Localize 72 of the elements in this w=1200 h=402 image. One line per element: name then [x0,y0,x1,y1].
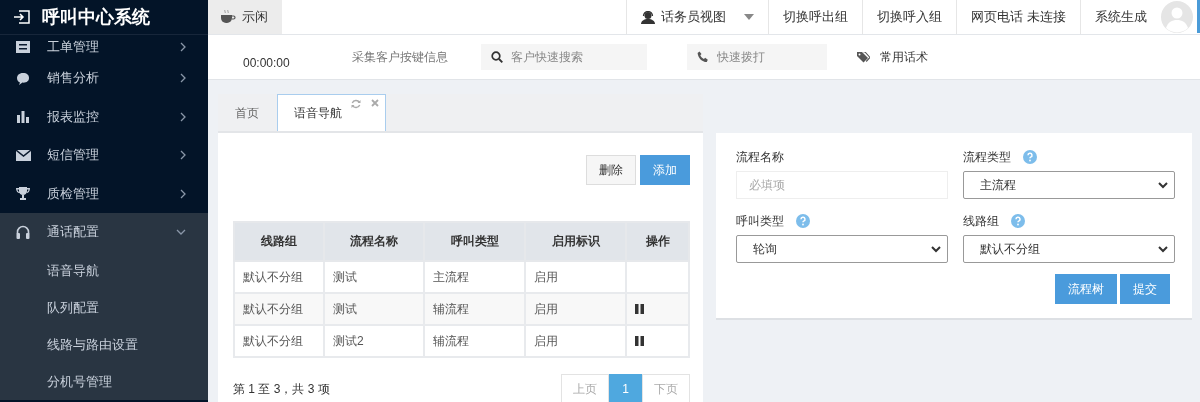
submenu-item[interactable]: 线路与路由设置 [0,325,208,363]
app-title: 呼叫中心系统 [42,6,150,29]
phone-icon [696,51,709,63]
sidebar-item[interactable]: 短信管理 [0,136,208,175]
coffee-cup-icon [220,10,236,24]
tab[interactable]: 语音导航 [277,94,386,131]
submenu-item[interactable]: 语音导航 [0,251,208,289]
sidebar-item[interactable]: 通话配置 [0,213,208,252]
field-label: 流程类型 [963,148,1011,166]
submenu-item[interactable]: 分机号管理 [0,362,208,400]
sidebar-item[interactable]: 工单管理 [0,35,208,59]
chevron-down-icon [1158,181,1168,189]
column-header: 线路组 [234,222,324,261]
delete-button[interactable]: 删除 [586,155,636,185]
table-cell: 测试 [324,261,424,293]
pagination-summary: 第 1 至 3，共 3 项 [233,380,330,398]
pause-icon[interactable] [635,304,644,314]
dial-field[interactable]: 快速拨打 [686,44,827,70]
table-cell: 辅流程 [424,293,525,325]
chevron-down-icon [1158,245,1168,253]
tab[interactable]: 首页 [218,94,277,131]
search-icon [490,51,503,63]
close-icon [371,99,379,107]
pause-icon[interactable] [635,336,644,346]
bar-chart-icon [16,110,30,124]
table-cell: 启用 [525,325,626,357]
column-header: 流程名称 [324,222,424,261]
scripts-button[interactable]: 常用话术 [856,48,928,66]
caret-down-icon [744,14,755,20]
status-button[interactable]: 示闲 [208,0,282,34]
call-timer: 00:00:00 [243,56,290,70]
list-icon [16,41,30,53]
table-cell: 默认不分组 [234,325,324,357]
table-cell: 启用 [525,261,626,293]
sidebar-item[interactable]: 销售分析 [0,59,208,98]
table-cell: 辅流程 [424,325,525,357]
field-label: 呼叫类型 [736,212,784,230]
tags-icon [856,51,870,63]
chat-bubble-icon [16,71,30,85]
table-cell: 测试 [324,293,424,325]
search-field[interactable]: 客户快速搜索 [480,44,647,70]
field-label: 线路组 [963,212,999,230]
sidebar-item[interactable]: 质检管理 [0,174,208,213]
chevron-right-icon [180,150,186,161]
field-label: 流程名称 [736,148,784,166]
table-cell: 主流程 [424,261,525,293]
refresh-icon [351,99,361,109]
trophy-icon [16,187,30,201]
column-header: 呼叫类型 [424,222,525,261]
select-field[interactable]: 轮询 [736,235,948,263]
table-cell: 默认不分组 [234,261,324,293]
chevron-down-icon [931,245,941,253]
submenu-item[interactable]: 队列配置 [0,288,208,326]
sidebar-item[interactable]: 报表监控 [0,97,208,136]
table-cell: 默认不分组 [234,293,324,325]
table-cell: 启用 [525,293,626,325]
chevron-right-icon [180,111,186,122]
headphones-icon [16,225,30,240]
envelope-icon [15,149,31,161]
agent-headset-icon [641,10,656,24]
chevron-right-icon [180,73,186,84]
column-header: 操作 [626,222,689,261]
chevron-right-icon [180,42,186,52]
table-cell: 测试2 [324,325,424,357]
column-header: 启用标识 [525,222,626,261]
exit-door-icon [14,10,30,24]
select-field[interactable]: 默认不分组 [963,235,1175,263]
collect-keys-link[interactable]: 采集客户按键信息 [351,48,448,66]
chevron-right-icon [180,188,186,199]
chevron-down-icon [176,229,186,236]
select-field[interactable]: 主流程 [963,171,1175,199]
input-field[interactable]: 必填项 [736,171,948,199]
